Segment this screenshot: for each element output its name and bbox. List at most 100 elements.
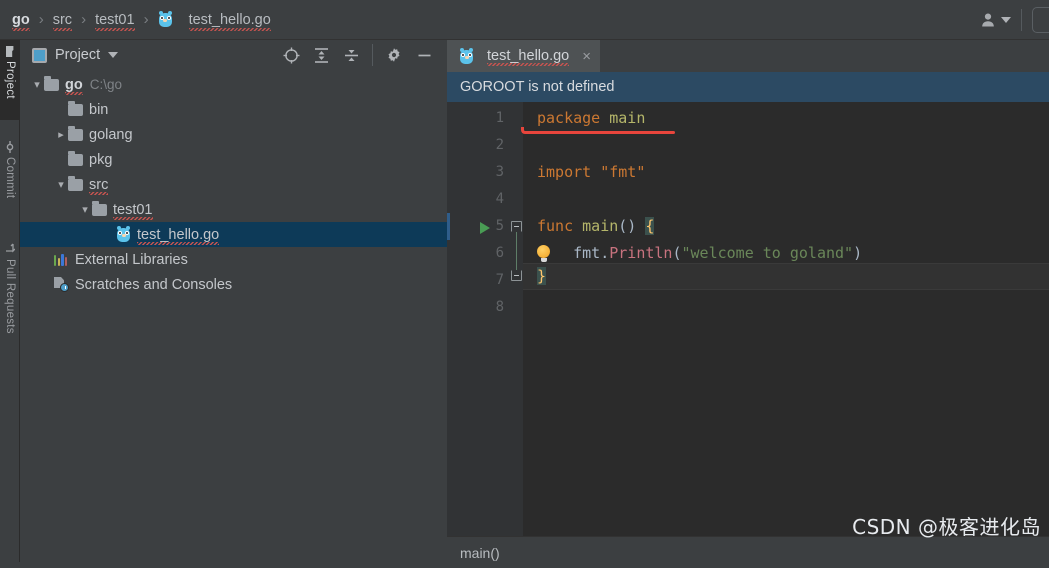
banner-text: GOROOT is not defined: [460, 79, 615, 95]
tree-item-label: pkg: [89, 151, 113, 168]
user-avatar-icon: [982, 13, 994, 26]
line-number: 4: [495, 191, 504, 207]
search-everywhere-button[interactable]: [1032, 6, 1049, 33]
expand-all-icon[interactable]: [312, 46, 330, 64]
chevron-expanded-icon[interactable]: ▾: [30, 78, 44, 91]
tree-item-label: External Libraries: [75, 251, 188, 268]
run-gutter-icon[interactable]: [480, 222, 490, 234]
sidebar-item-project[interactable]: Project: [0, 40, 20, 120]
sidebar-item-commit-label: Commit: [4, 157, 16, 199]
folder-icon: [92, 200, 107, 216]
top-breadcrumb-bar: go › src › test01 › test_hello.go: [0, 0, 1049, 40]
chevron-expanded-icon[interactable]: ▾: [54, 178, 68, 191]
topbar-right-actions: [970, 0, 1049, 39]
breadcrumb-item-test01[interactable]: test01: [91, 10, 139, 31]
tree-item-pkg[interactable]: pkg: [20, 147, 447, 172]
code-line-1: package main: [537, 109, 646, 127]
tree-item-go[interactable]: ▾ go C:\go: [20, 72, 447, 97]
code-editor[interactable]: 1 2 3 4 5 6 7 8 package main import "fmt…: [447, 102, 1049, 545]
external-libraries-icon: [54, 253, 69, 266]
line-number: 2: [495, 137, 504, 153]
breadcrumb: go › src › test01 › test_hello.go: [0, 10, 275, 31]
settings-gear-icon[interactable]: [385, 46, 403, 64]
go-file-icon: [158, 11, 173, 28]
project-panel-actions: [282, 44, 439, 66]
tree-item-label: src: [89, 176, 109, 195]
tree-item-label: test_hello.go: [137, 226, 220, 245]
goroot-notification-banner: GOROOT is not defined: [447, 72, 1049, 102]
toolbar-divider: [1021, 8, 1022, 31]
breadcrumb-separator: ›: [143, 11, 149, 28]
tree-item-external-libraries[interactable]: External Libraries: [20, 247, 447, 272]
folder-icon: [5, 45, 15, 57]
tree-item-label: go: [65, 76, 83, 95]
go-file-icon: [459, 47, 474, 65]
project-tree[interactable]: ▾ go C:\go bin ▸ golang pkg ▾ src ▾ test…: [20, 70, 447, 568]
hide-panel-icon[interactable]: [415, 46, 433, 64]
breadcrumb-item-file[interactable]: test_hello.go: [154, 10, 275, 31]
tree-item-label: test01: [113, 201, 153, 220]
editor-tab-label: test_hello.go: [487, 48, 570, 66]
line-number: 8: [495, 299, 504, 315]
tree-item-test-hello-go[interactable]: test_hello.go: [20, 222, 447, 247]
fold-marker-open-icon[interactable]: [511, 221, 522, 232]
sidebar-item-pull-requests-label: Pull Requests: [4, 259, 16, 334]
folder-icon: [44, 75, 59, 91]
actions-divider: [372, 44, 373, 66]
editor-area: test_hello.go × GOROOT is not defined 1 …: [447, 40, 1049, 568]
sidebar-item-pull-requests[interactable]: Pull Requests: [0, 238, 20, 360]
tree-item-golang[interactable]: ▸ golang: [20, 122, 447, 147]
line-number: 1: [495, 110, 504, 126]
pull-request-icon: [5, 243, 16, 255]
sidebar-item-commit[interactable]: Commit: [0, 136, 20, 222]
chevron-down-icon[interactable]: [108, 52, 119, 58]
editor-tab-test-hello-go[interactable]: test_hello.go ×: [447, 40, 600, 72]
project-tool-window: Project ▾ go C:\go bin ▸ golang pkg ▾ sr…: [20, 40, 447, 568]
chevron-expanded-icon[interactable]: ▾: [78, 203, 92, 216]
code-line-7: }: [537, 267, 547, 285]
sidebar-item-project-label: Project: [4, 61, 16, 99]
tree-item-label: golang: [89, 126, 133, 143]
folder-icon: [68, 125, 83, 141]
go-file-icon: [116, 226, 131, 243]
breadcrumb-separator: ›: [38, 11, 44, 28]
code-text-area[interactable]: package main import "fmt" func main() { …: [521, 102, 1049, 545]
folder-icon: [68, 175, 83, 191]
code-line-3: import "fmt": [537, 163, 646, 181]
tree-item-scratches-and-consoles[interactable]: Scratches and Consoles: [20, 272, 447, 297]
project-panel-header: Project: [20, 40, 447, 70]
line-marker-bar: [447, 213, 450, 240]
folder-icon: [68, 100, 83, 116]
select-opened-file-icon[interactable]: [282, 46, 300, 64]
fold-marker-close-icon[interactable]: [511, 270, 522, 281]
left-tool-window-strip: Project Commit Pull Requests: [0, 40, 20, 568]
tree-item-label: bin: [89, 101, 109, 118]
close-icon[interactable]: ×: [582, 48, 591, 65]
line-number: 5: [495, 218, 504, 234]
tree-item-test01[interactable]: ▾ test01: [20, 197, 447, 222]
breadcrumb-item-src[interactable]: src: [49, 10, 76, 31]
user-avatar-button[interactable]: [970, 11, 1021, 29]
code-line-5: func main() {: [537, 217, 655, 235]
window-bottom-edge: [0, 562, 1049, 568]
collapse-all-icon[interactable]: [342, 46, 360, 64]
fold-region-line: [516, 232, 517, 275]
commit-icon: [5, 141, 15, 153]
annotation-red-underline: [525, 131, 675, 134]
fold-gutter[interactable]: [510, 102, 523, 545]
editor-gutter[interactable]: 1 2 3 4 5 6 7 8: [447, 102, 510, 545]
breadcrumb-separator: ›: [81, 11, 87, 28]
scratches-icon: [54, 277, 69, 292]
status-bar-breadcrumb: main(): [460, 544, 500, 561]
folder-icon: [68, 150, 83, 166]
tree-item-src[interactable]: ▾ src: [20, 172, 447, 197]
code-line-6: fmt.Println("welcome to goland"): [537, 244, 863, 262]
chevron-down-icon: [1001, 16, 1011, 23]
tree-item-path: C:\go: [89, 77, 122, 92]
chevron-collapsed-icon[interactable]: ▸: [54, 128, 68, 141]
tree-item-bin[interactable]: bin: [20, 97, 447, 122]
line-number: 7: [495, 272, 504, 288]
breadcrumb-item-go[interactable]: go: [8, 10, 34, 31]
tree-item-label: Scratches and Consoles: [75, 276, 233, 293]
intention-bulb-icon[interactable]: [537, 245, 550, 262]
